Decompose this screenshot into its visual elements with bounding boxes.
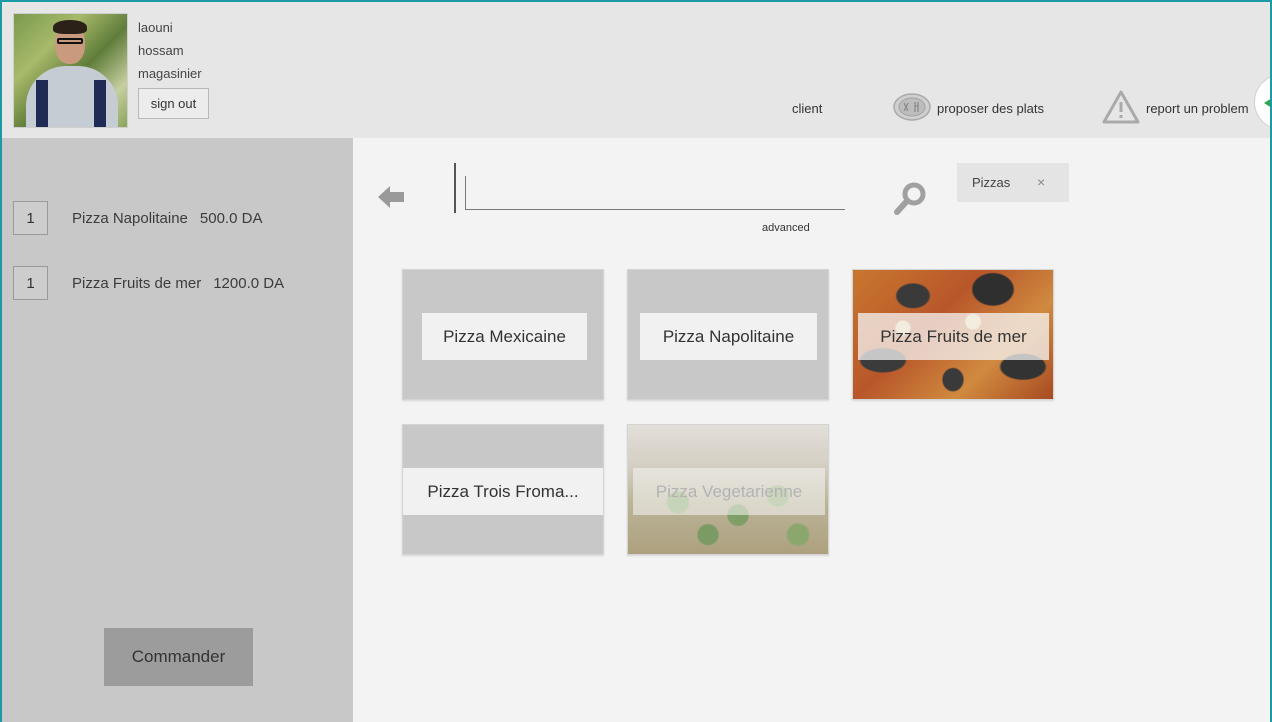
order-panel: 1 Pizza Napolitaine 500.0 DA 1 Pizza Fru… [0,138,353,722]
order-item-price: 500.0 DA [199,209,263,227]
nav-client[interactable]: client [792,88,822,128]
order-item-name: Pizza Fruits de mer [72,274,202,292]
nav-propose-label: proposer des plats [937,100,1044,116]
quantity-field[interactable]: 1 [13,201,48,235]
dish-tile[interactable]: Pizza Mexicaine [402,269,604,400]
close-icon[interactable]: × [1037,174,1045,190]
text-cursor [454,163,456,213]
dish-tile-label: Pizza Mexicaine [422,313,587,360]
nav-client-label: client [792,100,823,116]
dish-tile-label: Pizza Vegetarienne [633,468,825,515]
filter-chip-label: Pizzas [972,175,1011,190]
user-first-name: hossam [138,43,184,58]
order-item-name: Pizza Napolitaine [72,209,188,227]
order-item-price: 1200.0 DA [213,274,285,292]
advanced-search-link[interactable]: advanced [762,222,810,234]
sign-out-button[interactable]: sign out [138,88,209,119]
nav-propose-dishes[interactable]: proposer des plats [893,88,1044,128]
side-panel-toggle[interactable] [1254,74,1272,130]
header-bar: laouni hossam magasinier sign out client… [0,0,1272,138]
quantity-field[interactable]: 1 [13,266,48,300]
dish-tile-label: Pizza Napolitaine [640,313,817,360]
user-last-name: laouni [138,20,173,35]
search-input[interactable] [465,176,845,210]
dish-tile-label: Pizza Fruits de mer [858,313,1049,360]
back-arrow-icon[interactable] [376,183,406,211]
user-role: magasinier [138,66,202,81]
search-icon[interactable] [892,182,928,216]
order-item: 1 Pizza Fruits de mer 1200.0 DA [13,266,284,300]
warning-icon [1102,90,1140,127]
dish-tile[interactable]: Pizza Vegetarienne [627,424,829,555]
nav-report-problem[interactable]: report un problem [1102,88,1249,128]
dish-tile-label: Pizza Trois Froma... [403,468,603,515]
commander-button[interactable]: Commander [104,628,253,686]
filter-chip: Pizzas × [957,163,1069,202]
order-item: 1 Pizza Napolitaine 500.0 DA [13,201,262,235]
nav-report-label: report un problem [1146,100,1249,116]
plate-icon [893,92,931,125]
avatar [13,13,128,128]
dish-tile[interactable]: Pizza Trois Froma... [402,424,604,555]
dish-tile[interactable]: Pizza Fruits de mer [852,269,1054,400]
dish-tile[interactable]: Pizza Napolitaine [627,269,829,400]
